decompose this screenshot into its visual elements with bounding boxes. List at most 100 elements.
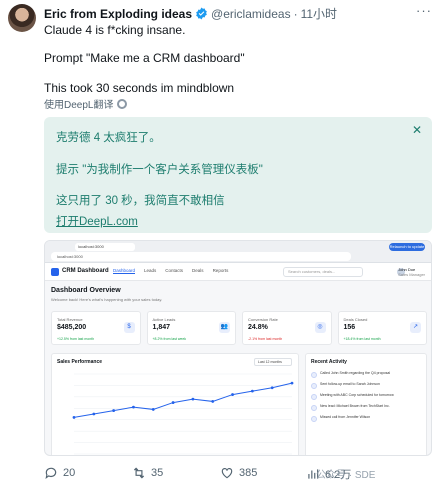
activity-text: Called John Smith regarding the Q4 propo…: [320, 371, 391, 375]
recent-activity-panel: Recent Activity Called John Smith regard…: [305, 353, 427, 455]
reply-icon: [45, 467, 57, 480]
user-role: Sales Manager: [398, 272, 425, 277]
kpi-change: +8.2% from last week: [152, 337, 187, 341]
kpi-card-deals: Deals Closed 156 +18.4% from last month …: [337, 311, 427, 345]
chart-point: [171, 401, 175, 404]
translation-box: ✕ 克劳德 4 太疯狂了。 提示 "为我制作一个客户关系管理仪表板" 这只用了 …: [44, 117, 432, 233]
app-search: Search customers, deals...: [283, 267, 363, 277]
tweet-actions: 20 35 385 6.2万: [44, 466, 434, 482]
chart-point: [290, 381, 294, 385]
chart-series-line: [73, 382, 293, 418]
close-icon[interactable]: ✕: [412, 123, 422, 137]
panel-title: Sales Performance: [57, 359, 103, 365]
activity-item: Missed call from Jennifer Wilson: [311, 415, 423, 426]
retweet-count: 35: [151, 467, 164, 479]
chart-point: [112, 409, 116, 412]
kpi-title: Deals Closed: [343, 317, 368, 322]
url-bar: localhost:3000: [51, 252, 351, 261]
welcome-text: Welcome back! Here's what's happening wi…: [51, 297, 163, 302]
chart-point: [250, 389, 254, 393]
trend-up-icon: ↗: [410, 322, 421, 333]
activity-item: Sent follow-up email to Sarah Johnson: [311, 382, 423, 393]
watermark-logo: 公众号 · SDE: [316, 470, 376, 481]
timestamp[interactable]: 11小时: [301, 5, 337, 22]
translate-link[interactable]: 使用DeepL翻译: [44, 96, 128, 111]
users-icon: 👥: [219, 322, 230, 333]
chart-point: [151, 408, 155, 411]
dollar-icon: $: [123, 322, 135, 333]
chart-point: [132, 405, 135, 409]
mail-icon: [311, 383, 317, 389]
gear-icon[interactable]: [117, 98, 128, 109]
kpi-title: Active Leads: [152, 317, 176, 322]
browser-tab: localhost:3000: [75, 243, 135, 251]
kpi-change: +18.4% from last month: [343, 337, 381, 341]
kpi-cards: Total Revenue $485,200 +12.5% from last …: [51, 311, 427, 345]
user-info: John Doe Sales Manager: [398, 267, 425, 277]
separator: ·: [293, 6, 298, 21]
app-title: CRM Dashboard: [62, 268, 109, 274]
activity-text: Sent follow-up email to Sarah Johnson: [320, 382, 380, 386]
kpi-title: Conversion Rate: [248, 317, 278, 322]
chart-point: [211, 400, 215, 403]
deepl-link[interactable]: 打开DeepL.com: [56, 213, 138, 229]
heart-icon: [221, 468, 233, 479]
kpi-value: $485,200: [57, 324, 87, 331]
activity-text: New lead: Michael Brown from TechStart I…: [320, 404, 390, 408]
sales-performance-panel: Sales Performance Last 12 months: [51, 353, 299, 455]
activity-list: Called John Smith regarding the Q4 propo…: [311, 371, 423, 426]
user-plus-icon: [311, 405, 317, 411]
kpi-value: 156: [343, 324, 356, 331]
kpi-value: 24.8%: [248, 324, 268, 331]
like-button[interactable]: 385: [220, 466, 257, 480]
tweet-line-2: Prompt "Make me a CRM dashboard": [44, 51, 245, 65]
translation-line-2: 提示 "为我制作一个客户关系管理仪表板": [56, 164, 263, 176]
nav-reports: Reports: [212, 268, 229, 273]
chart-point: [231, 393, 234, 396]
phone-icon: [311, 372, 317, 378]
tweet: Eric from Exploding ideas @ericlamideas …: [0, 0, 442, 490]
activity-text: Meeting with ABC Corp scheduled for tomo…: [320, 393, 394, 397]
avatar[interactable]: [8, 4, 36, 32]
nav-deals: Deals: [192, 268, 204, 273]
translate-label: 使用DeepL翻译: [44, 100, 114, 111]
tweet-line-3: This took 30 seconds im mindblown: [44, 81, 235, 95]
chart-point: [191, 397, 195, 401]
kpi-card-leads: Active Leads 1,847 +8.2% from last week …: [146, 311, 236, 345]
kpi-title: Total Revenue: [57, 317, 83, 322]
calendar-icon: [311, 394, 317, 400]
like-count: 385: [239, 467, 258, 479]
display-name[interactable]: Eric from Exploding ideas: [44, 7, 192, 21]
activity-item: Called John Smith regarding the Q4 propo…: [311, 371, 423, 382]
embedded-screenshot[interactable]: localhost:3000 localhost:3000 Relaunch t…: [44, 240, 432, 456]
nav-contacts: Contacts: [165, 268, 184, 273]
verified-badge-icon: [196, 7, 207, 20]
app-navbar: CRM Dashboard Dashboard Leads Contacts D…: [45, 263, 431, 281]
app-nav: Dashboard Leads Contacts Deals Reports: [113, 268, 228, 274]
nav-dashboard: Dashboard: [113, 268, 136, 274]
nav-leads: Leads: [144, 268, 157, 273]
kpi-card-conversion: Conversion Rate 24.8% -2.1% from last mo…: [242, 311, 332, 345]
kpi-value: 1,847: [152, 324, 171, 331]
activity-text: Missed call from Jennifer Wilson: [320, 415, 371, 419]
panel-title: Recent Activity: [311, 359, 347, 365]
retweet-icon: [133, 467, 145, 479]
translation-line-3: 这只用了 30 秒，我简直不敢相信: [56, 195, 225, 207]
tweet-line-1: Claude 4 is f*cking insane.: [44, 23, 186, 37]
retweet-button[interactable]: 35: [132, 466, 163, 480]
kpi-card-revenue: Total Revenue $485,200 +12.5% from last …: [51, 311, 141, 345]
activity-item: Meeting with ABC Corp scheduled for tomo…: [311, 393, 423, 404]
reply-button[interactable]: 20: [44, 466, 75, 480]
target-icon: ◎: [314, 322, 326, 333]
activity-item: New lead: Michael Brown from TechStart I…: [311, 404, 423, 415]
reply-count: 20: [63, 467, 76, 479]
browser-update-pill: Relaunch to update: [389, 243, 425, 251]
kpi-change: +12.5% from last month: [57, 337, 95, 341]
more-options-button[interactable]: ···: [416, 3, 432, 18]
app-logo-icon: [51, 268, 59, 276]
chart-point: [270, 386, 274, 390]
handle[interactable]: @ericlamideas: [211, 7, 291, 21]
tweet-header: Eric from Exploding ideas @ericlamideas …: [44, 5, 337, 22]
sales-line-chart: [72, 373, 294, 455]
period-select: Last 12 months: [254, 358, 292, 366]
